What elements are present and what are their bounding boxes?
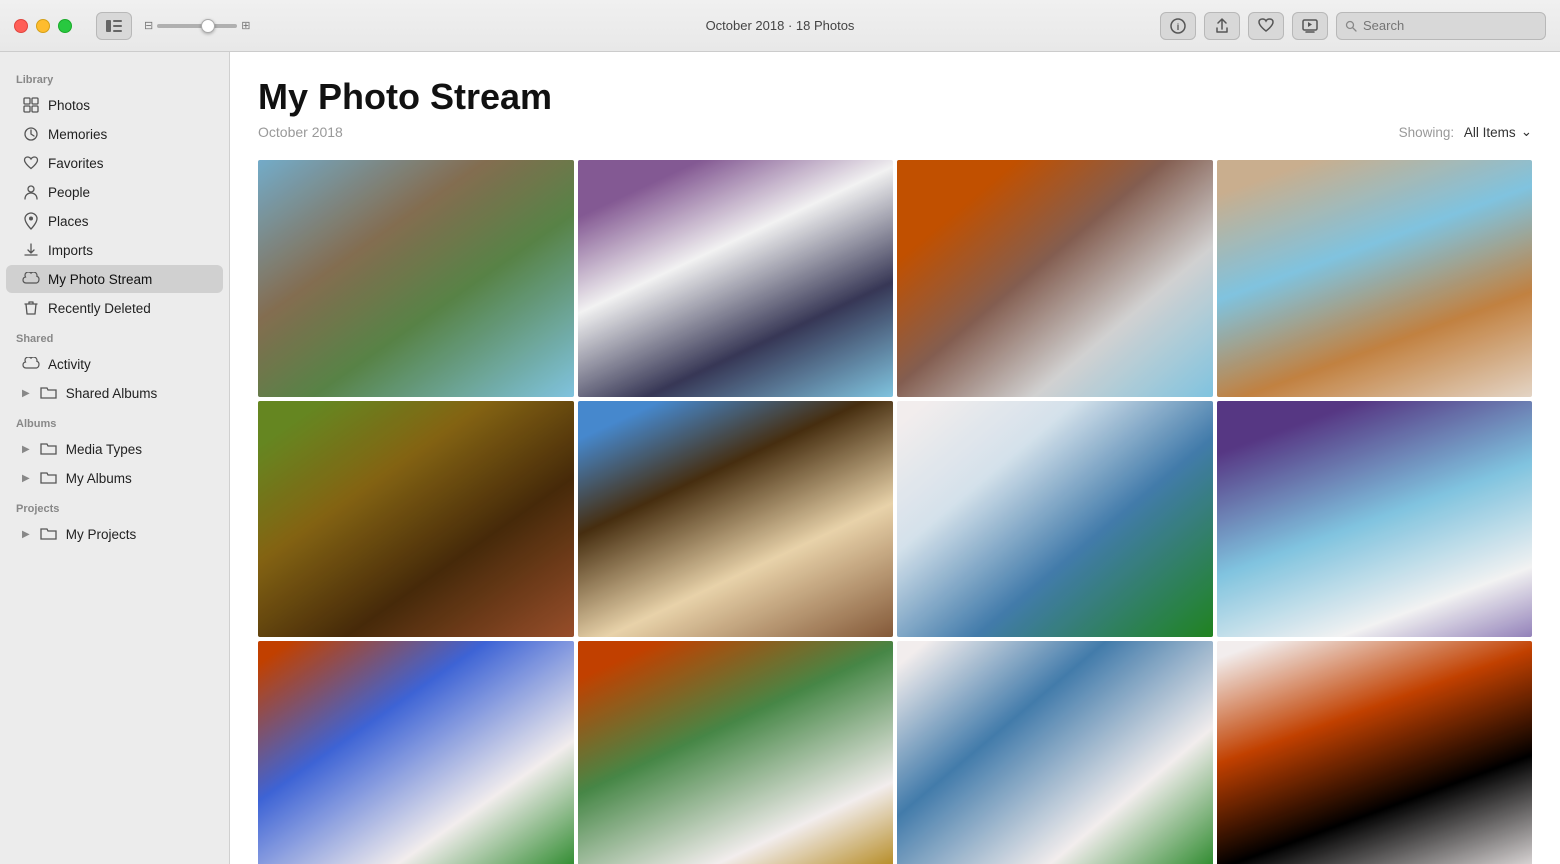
person-icon (22, 183, 40, 201)
sidebar-label-memories: Memories (48, 127, 107, 142)
zoom-slider-container[interactable]: ⊟ ⊞ (144, 19, 250, 32)
svg-text:i: i (1177, 22, 1180, 32)
sidebar-toggle-btn[interactable] (96, 12, 132, 40)
title-text: October 2018 · 18 Photos (706, 18, 855, 33)
sidebar-label-my-projects: My Projects (66, 527, 137, 542)
share-button[interactable] (1204, 12, 1240, 40)
zoom-thumb[interactable] (201, 19, 215, 33)
slideshow-button[interactable] (1292, 12, 1328, 40)
slideshow-icon (1302, 18, 1318, 34)
photo-cell-12[interactable] (1217, 641, 1533, 864)
titlebar: ⊟ ⊞ October 2018 · 18 Photos i (0, 0, 1560, 52)
favorites-icon (22, 154, 40, 172)
showing-label-text: Showing: (1399, 125, 1455, 140)
photo-grid (258, 160, 1532, 864)
zoom-small-icon: ⊟ (144, 19, 153, 32)
shared-section-label: Shared (0, 323, 229, 349)
photo-cell-9[interactable] (258, 641, 574, 864)
sidebar-item-memories[interactable]: Memories (6, 120, 223, 148)
sidebar-label-my-photo-stream: My Photo Stream (48, 272, 152, 287)
titlebar-controls: i (1160, 12, 1546, 40)
content-area: My Photo Stream October 2018 Showing: Al… (230, 52, 1560, 864)
sidebar-item-my-projects[interactable]: ▶ My Projects (6, 520, 223, 548)
sidebar-item-shared-albums[interactable]: ▶ Shared Albums (6, 379, 223, 407)
photo-cell-10[interactable] (578, 641, 894, 864)
projects-section-label: Projects (0, 493, 229, 519)
close-button[interactable] (14, 19, 28, 33)
sidebar-label-places: Places (48, 214, 89, 229)
cloud-icon (22, 270, 40, 288)
albums-section-label: Albums (0, 408, 229, 434)
photo-cell-5[interactable] (258, 401, 574, 638)
subtitle-row: October 2018 Showing: All Items ⌄ (258, 124, 1532, 140)
sidebar-label-recently-deleted: Recently Deleted (48, 301, 151, 316)
titlebar-title: October 2018 · 18 Photos (706, 18, 855, 33)
expand-arrow-projects: ▶ (22, 529, 30, 540)
page-title: My Photo Stream (258, 76, 1532, 118)
pin-icon (22, 212, 40, 230)
sidebar-label-shared-albums: Shared Albums (66, 386, 158, 401)
info-icon: i (1170, 18, 1186, 34)
sidebar-toggle-group: ⊟ ⊞ (96, 12, 250, 40)
showing-chevron: ⌄ (1521, 124, 1532, 140)
expand-arrow-shared: ▶ (22, 388, 30, 399)
sidebar-label-photos: Photos (48, 98, 90, 113)
search-box[interactable] (1336, 12, 1546, 40)
sidebar-item-my-photo-stream[interactable]: My Photo Stream (6, 265, 223, 293)
showing-value: All Items (1464, 125, 1516, 140)
photo-cell-3[interactable] (897, 160, 1213, 397)
photo-cell-6[interactable] (578, 401, 894, 638)
expand-arrow-media: ▶ (22, 444, 30, 455)
maximize-button[interactable] (58, 19, 72, 33)
search-icon (1345, 20, 1357, 32)
heart-icon (1258, 18, 1274, 33)
photo-cell-2[interactable] (578, 160, 894, 397)
sidebar-label-people: People (48, 185, 90, 200)
shared-albums-folder-icon (40, 384, 58, 402)
activity-cloud-icon (22, 355, 40, 373)
photo-cell-11[interactable] (897, 641, 1213, 864)
sidebar-icon (106, 20, 122, 32)
grid-icon (22, 96, 40, 114)
photo-cell-4[interactable] (1217, 160, 1533, 397)
search-input[interactable] (1363, 18, 1537, 33)
zoom-large-icon: ⊞ (241, 19, 250, 32)
sidebar-item-places[interactable]: Places (6, 207, 223, 235)
sidebar-label-imports: Imports (48, 243, 93, 258)
import-icon (22, 241, 40, 259)
sidebar-item-activity[interactable]: Activity (6, 350, 223, 378)
trash-icon (22, 299, 40, 317)
main-layout: Library Photos Memories Favorites People (0, 52, 1560, 864)
traffic-lights (14, 19, 72, 33)
zoom-track[interactable] (157, 24, 237, 28)
favorite-button[interactable] (1248, 12, 1284, 40)
share-icon (1215, 18, 1229, 34)
photo-cell-7[interactable] (897, 401, 1213, 638)
sidebar-item-recently-deleted[interactable]: Recently Deleted (6, 294, 223, 322)
memories-icon (22, 125, 40, 143)
sidebar-item-people[interactable]: People (6, 178, 223, 206)
sidebar-label-favorites: Favorites (48, 156, 104, 171)
sidebar-label-my-albums: My Albums (66, 471, 132, 486)
library-section-label: Library (0, 64, 229, 90)
sidebar-item-my-albums[interactable]: ▶ My Albums (6, 464, 223, 492)
info-button[interactable]: i (1160, 12, 1196, 40)
sidebar-item-media-types[interactable]: ▶ Media Types (6, 435, 223, 463)
content-date: October 2018 (258, 124, 343, 140)
sidebar-item-imports[interactable]: Imports (6, 236, 223, 264)
sidebar-label-media-types: Media Types (66, 442, 142, 457)
expand-arrow-albums: ▶ (22, 473, 30, 484)
my-projects-folder-icon (40, 525, 58, 543)
sidebar: Library Photos Memories Favorites People (0, 52, 230, 864)
showing-dropdown[interactable]: Showing: All Items ⌄ (1399, 124, 1532, 140)
sidebar-item-photos[interactable]: Photos (6, 91, 223, 119)
photo-cell-8[interactable] (1217, 401, 1533, 638)
sidebar-label-activity: Activity (48, 357, 91, 372)
media-types-folder-icon (40, 440, 58, 458)
minimize-button[interactable] (36, 19, 50, 33)
my-albums-folder-icon (40, 469, 58, 487)
photo-cell-1[interactable] (258, 160, 574, 397)
sidebar-item-favorites[interactable]: Favorites (6, 149, 223, 177)
